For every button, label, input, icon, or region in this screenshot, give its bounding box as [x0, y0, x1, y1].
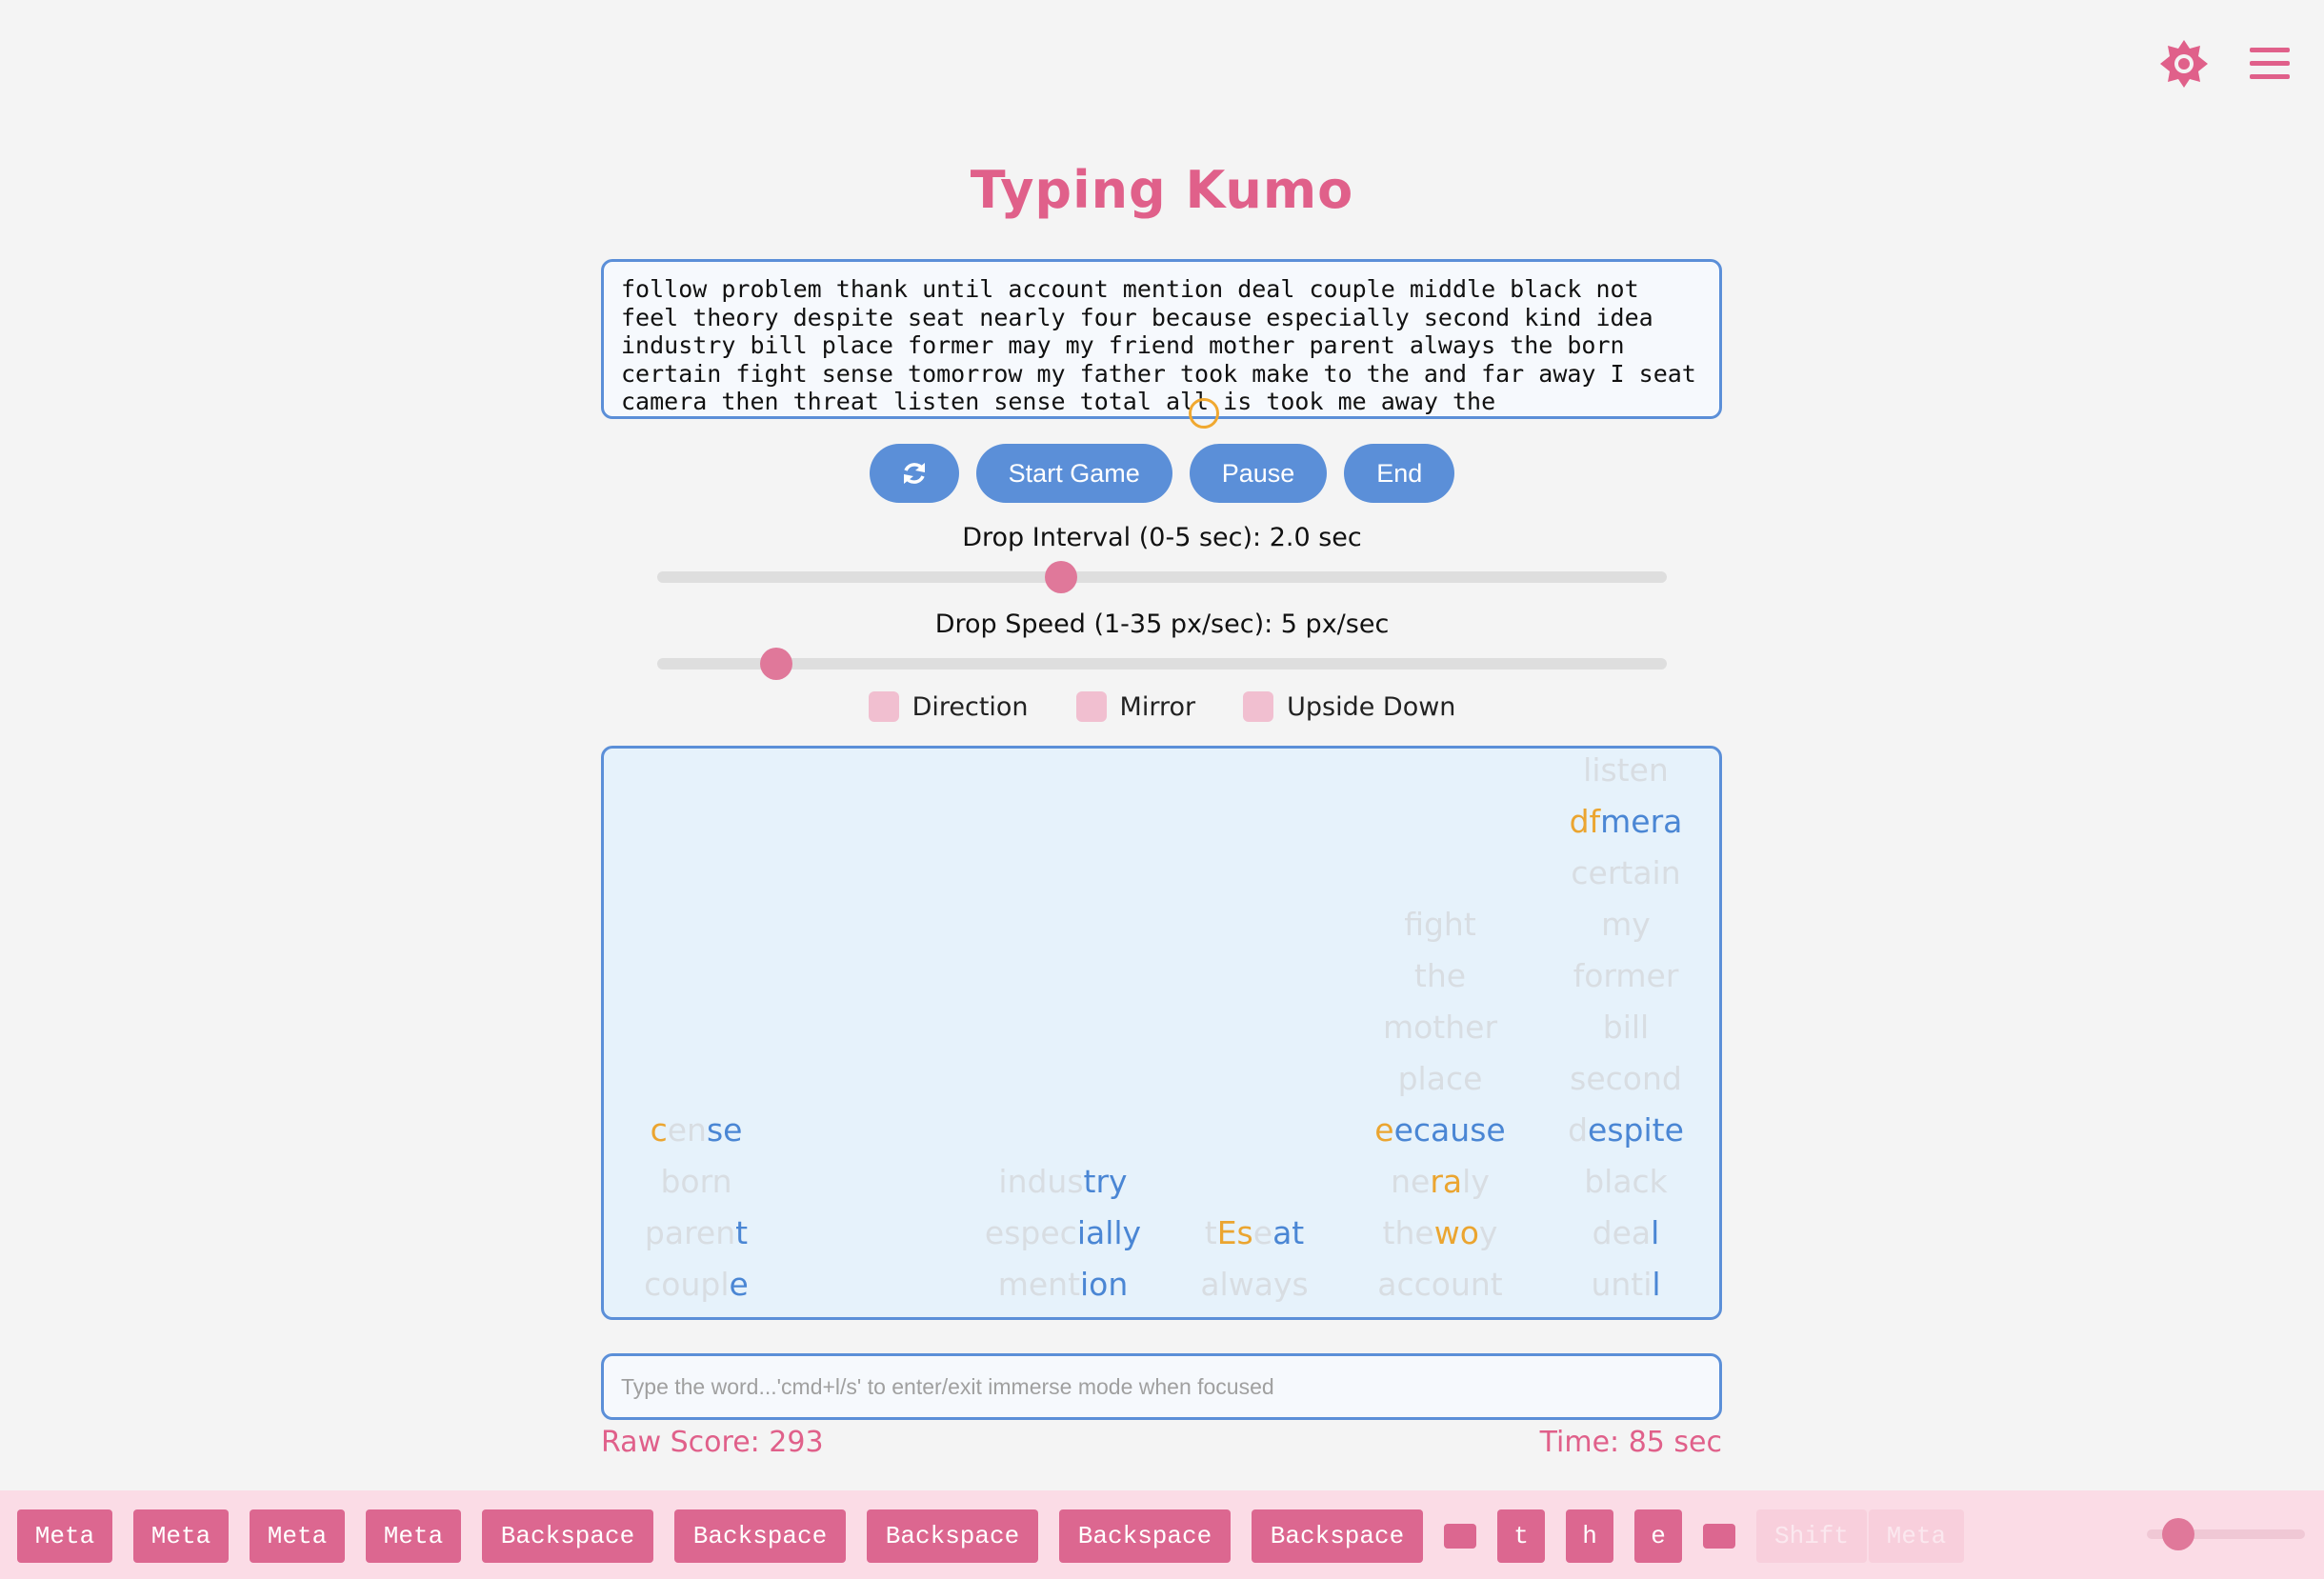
- key-chip: Backspace: [482, 1509, 653, 1563]
- drop-speed-label: Drop Speed (1-35 px/sec): 5 px/sec: [934, 610, 1390, 639]
- falling-word: former: [1573, 957, 1679, 994]
- refresh-icon: [903, 463, 925, 484]
- falling-word: black: [1584, 1163, 1668, 1200]
- upside-down-checkbox[interactable]: Upside Down: [1243, 691, 1455, 722]
- settings-gear-icon[interactable]: [2158, 38, 2210, 90]
- falling-word: mention: [997, 1266, 1129, 1303]
- falling-word: until: [1591, 1266, 1661, 1303]
- falling-word: despite: [1568, 1111, 1684, 1149]
- drop-interval-thumb[interactable]: [1045, 561, 1077, 593]
- direction-checkbox-box[interactable]: [868, 691, 899, 722]
- options-row: Direction Mirror Upside Down: [0, 691, 2324, 722]
- key-chip: h: [1566, 1509, 1613, 1563]
- drop-interval-label: Drop Interval (0-5 sec): 2.0 sec: [962, 523, 1362, 552]
- falling-word: eecause: [1374, 1111, 1506, 1149]
- drop-interval-slider[interactable]: [657, 561, 1667, 593]
- key-chip: Backspace: [1059, 1509, 1231, 1563]
- falling-word: second: [1570, 1060, 1682, 1097]
- upside-down-label: Upside Down: [1287, 691, 1456, 722]
- mirror-checkbox-box[interactable]: [1075, 691, 1107, 722]
- key-chip: [1703, 1524, 1735, 1549]
- mirror-label: Mirror: [1119, 691, 1196, 722]
- game-play-area: cense born parent couple industry especially m…: [601, 746, 1722, 1320]
- falling-word: parent: [644, 1214, 749, 1251]
- drop-speed-thumb[interactable]: [759, 648, 792, 680]
- falling-word: dfmera: [1569, 803, 1683, 840]
- falling-word: neraly: [1391, 1163, 1490, 1200]
- word-input[interactable]: [601, 1353, 1722, 1420]
- key-chip: Shift: [1756, 1509, 1867, 1563]
- falling-word: born: [660, 1163, 732, 1200]
- control-buttons: Start Game Pause End: [0, 444, 2324, 503]
- mirror-checkbox[interactable]: Mirror: [1075, 691, 1196, 722]
- key-chip: Meta: [366, 1509, 461, 1563]
- key-chip: Backspace: [867, 1509, 1038, 1563]
- top-icons: [2158, 38, 2292, 90]
- direction-checkbox[interactable]: Direction: [868, 691, 1029, 722]
- key-chip: Backspace: [674, 1509, 846, 1563]
- volume-slider[interactable]: [2147, 1518, 2305, 1550]
- hamburger-menu-icon[interactable]: [2248, 45, 2292, 83]
- key-chip: [1444, 1524, 1476, 1549]
- falling-word: fight: [1404, 906, 1476, 943]
- falling-word: certain: [1571, 854, 1681, 891]
- falling-word: deal: [1592, 1214, 1660, 1251]
- drop-speed-slider[interactable]: [657, 648, 1667, 680]
- end-button[interactable]: End: [1344, 444, 1455, 503]
- mouse-cursor-ring: [1189, 398, 1219, 429]
- key-chip: t: [1497, 1509, 1545, 1563]
- falling-word: cense: [650, 1111, 743, 1149]
- falling-word: mother: [1382, 1009, 1498, 1046]
- key-chip: Backspace: [1252, 1509, 1423, 1563]
- raw-score: Raw Score: 293: [601, 1426, 824, 1459]
- source-text-box[interactable]: follow problem thank until account menti…: [601, 259, 1722, 419]
- time-remaining: Time: 85 sec: [1539, 1426, 1722, 1459]
- key-chip: Meta: [250, 1509, 345, 1563]
- falling-word: industry: [998, 1163, 1128, 1200]
- pause-button[interactable]: Pause: [1189, 444, 1328, 503]
- key-chip: Meta: [1869, 1509, 1964, 1563]
- falling-word: account: [1377, 1266, 1503, 1303]
- key-chip: Meta: [17, 1509, 112, 1563]
- key-chip: Meta: [133, 1509, 229, 1563]
- key-chip: e: [1634, 1509, 1682, 1563]
- start-game-button[interactable]: Start Game: [975, 444, 1172, 503]
- refresh-button[interactable]: [869, 444, 959, 503]
- direction-label: Direction: [912, 691, 1029, 722]
- key-history-bar: Meta Meta Meta Meta Backspace Backspace Backsp…: [0, 1490, 2324, 1579]
- page-title: Typing Kumo: [970, 160, 1354, 220]
- falling-word: couple: [644, 1266, 749, 1303]
- volume-slider-thumb[interactable]: [2162, 1518, 2195, 1550]
- falling-word: my: [1601, 906, 1651, 943]
- falling-word: listen: [1583, 751, 1669, 789]
- falling-word: especially: [984, 1214, 1142, 1251]
- falling-word: always: [1200, 1266, 1309, 1303]
- falling-word: bill: [1602, 1009, 1650, 1046]
- upside-down-checkbox-box[interactable]: [1243, 691, 1274, 722]
- falling-word: the: [1413, 957, 1467, 994]
- falling-word: thewoy: [1382, 1214, 1498, 1251]
- falling-word: tEseat: [1204, 1214, 1305, 1251]
- falling-word: place: [1397, 1060, 1483, 1097]
